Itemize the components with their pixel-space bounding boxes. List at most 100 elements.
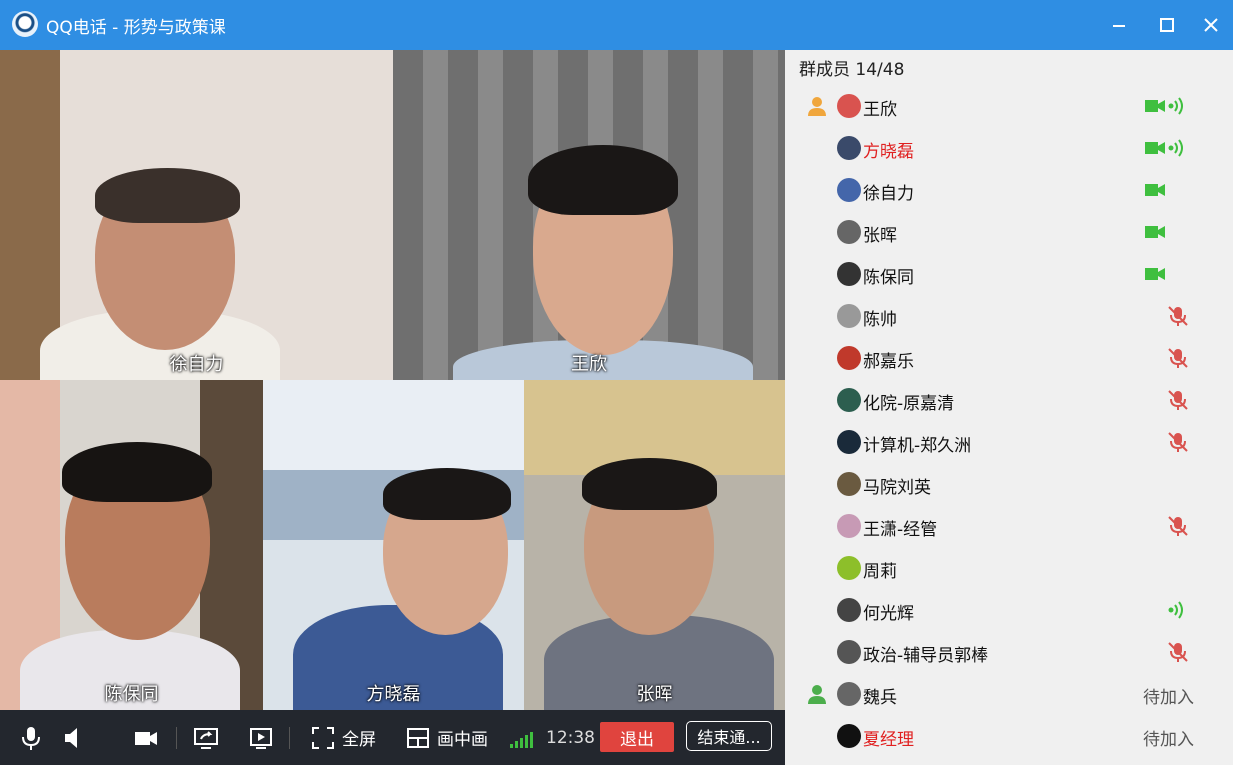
avatar[interactable] bbox=[837, 640, 861, 664]
fullscreen-button[interactable]: 全屏 bbox=[310, 710, 376, 765]
avatar[interactable] bbox=[837, 514, 861, 538]
member-name: 陈帅 bbox=[863, 310, 897, 330]
member-row[interactable]: 陈保同 bbox=[785, 253, 1233, 295]
member-name: 夏经理 bbox=[863, 730, 914, 750]
muted-mic-icon bbox=[1168, 516, 1188, 536]
member-name: 何光辉 bbox=[863, 604, 914, 624]
member-row[interactable]: 周莉 bbox=[785, 547, 1233, 589]
camera-icon bbox=[135, 731, 157, 745]
fullscreen-icon bbox=[312, 726, 334, 749]
member-row[interactable]: 计算机-郑久洲 bbox=[785, 421, 1233, 463]
camera-on-icon bbox=[1145, 184, 1165, 196]
title-bar: QQ电话 - 形势与政策课 bbox=[0, 0, 1233, 50]
member-panel: 群成员 14/48 王欣方晓磊徐自力张晖陈保同陈帅郝嘉乐化院-原嘉清 计算机-郑久… bbox=[785, 50, 1233, 765]
muted-mic-icon bbox=[1168, 432, 1188, 452]
film-icon bbox=[250, 727, 272, 749]
video-tile-5[interactable]: 张晖 bbox=[524, 380, 785, 710]
share-screen-icon bbox=[194, 727, 218, 749]
member-row[interactable]: 何光辉 bbox=[785, 589, 1233, 631]
user-role-icon bbox=[808, 97, 826, 116]
muted-mic-icon bbox=[1168, 642, 1188, 662]
member-status: 待加入 bbox=[1143, 730, 1194, 750]
muted-mic-icon bbox=[1168, 390, 1188, 410]
speaking-icon bbox=[1168, 139, 1183, 157]
avatar[interactable] bbox=[837, 724, 861, 748]
play-together-button[interactable] bbox=[248, 710, 274, 765]
user-role-icon bbox=[808, 685, 826, 704]
video-tile-1[interactable]: 徐自力 bbox=[0, 50, 393, 380]
speaker-icon bbox=[65, 727, 77, 748]
member-row[interactable]: 政治-辅导员郭棒 bbox=[785, 631, 1233, 673]
member-name: 徐自力 bbox=[863, 184, 914, 204]
minimize-icon bbox=[1113, 25, 1125, 27]
close-button[interactable] bbox=[1188, 0, 1233, 50]
signal-strength-icon bbox=[510, 731, 533, 748]
video-tile-2[interactable]: 王欣 bbox=[393, 50, 785, 380]
signal-indicator: 12:38 bbox=[510, 710, 595, 765]
member-name: 郝嘉乐 bbox=[863, 352, 914, 372]
avatar[interactable] bbox=[837, 430, 861, 454]
avatar[interactable] bbox=[837, 262, 861, 286]
member-row[interactable]: 化院-原嘉清 bbox=[785, 379, 1233, 421]
member-name: 张晖 bbox=[863, 226, 897, 246]
member-name: 马院刘英 bbox=[863, 478, 931, 498]
avatar[interactable] bbox=[837, 556, 861, 580]
speaker-button[interactable] bbox=[62, 710, 88, 765]
share-screen-button[interactable] bbox=[193, 710, 219, 765]
avatar[interactable] bbox=[837, 220, 861, 244]
member-list: 王欣方晓磊徐自力张晖陈保同陈帅郝嘉乐化院-原嘉清 计算机-郑久洲马院刘英王潇-经管… bbox=[785, 85, 1233, 757]
muted-mic-icon bbox=[1168, 348, 1188, 368]
camera-on-icon bbox=[1145, 100, 1165, 112]
member-row[interactable]: 徐自力 bbox=[785, 169, 1233, 211]
member-row[interactable]: 张晖 bbox=[785, 211, 1233, 253]
speaking-icon bbox=[1168, 97, 1183, 115]
avatar[interactable] bbox=[837, 682, 861, 706]
close-icon bbox=[1204, 18, 1218, 32]
member-name: 王潇-经管 bbox=[863, 520, 938, 540]
member-row[interactable]: 马院刘英 bbox=[785, 463, 1233, 505]
member-row[interactable]: 王潇-经管 bbox=[785, 505, 1233, 547]
video-tile-3[interactable]: 陈保同 bbox=[0, 380, 263, 710]
avatar[interactable] bbox=[837, 598, 861, 622]
member-row[interactable]: 夏经理 待加入 bbox=[785, 715, 1233, 757]
member-name: 魏兵 bbox=[863, 688, 897, 708]
member-name: 政治-辅导员郭棒 bbox=[863, 646, 989, 666]
member-name: 周莉 bbox=[863, 562, 897, 582]
avatar[interactable] bbox=[837, 94, 861, 118]
avatar[interactable] bbox=[837, 388, 861, 412]
member-name: 王欣 bbox=[863, 100, 897, 120]
avatar[interactable] bbox=[837, 346, 861, 370]
video-tile-4[interactable]: 方晓磊 bbox=[263, 380, 524, 710]
picture-in-picture-button[interactable]: 画中画 bbox=[405, 710, 488, 765]
end-call-button[interactable]: 结束通... bbox=[686, 721, 772, 751]
avatar[interactable] bbox=[837, 136, 861, 160]
avatar[interactable] bbox=[837, 304, 861, 328]
member-count: 群成员 14/48 bbox=[799, 60, 905, 80]
avatar[interactable] bbox=[837, 178, 861, 202]
camera-button[interactable] bbox=[133, 710, 159, 765]
member-row[interactable]: 陈帅 bbox=[785, 295, 1233, 337]
member-row[interactable]: 方晓磊 bbox=[785, 127, 1233, 169]
qq-phone-logo-icon bbox=[12, 11, 38, 37]
microphone-button[interactable] bbox=[18, 710, 44, 765]
member-row[interactable]: 王欣 bbox=[785, 85, 1233, 127]
minimize-button[interactable] bbox=[1096, 0, 1142, 50]
avatar[interactable] bbox=[837, 472, 861, 496]
camera-on-icon bbox=[1145, 268, 1165, 280]
maximize-icon bbox=[1160, 18, 1174, 32]
member-name: 方晓磊 bbox=[863, 142, 914, 162]
speaking-icon bbox=[1168, 601, 1183, 619]
video-tile-name: 徐自力 bbox=[169, 354, 224, 375]
maximize-button[interactable] bbox=[1144, 0, 1190, 50]
member-name: 陈保同 bbox=[863, 268, 914, 288]
exit-button[interactable]: 退出 bbox=[600, 722, 674, 752]
camera-on-icon bbox=[1145, 142, 1165, 154]
member-row[interactable]: 郝嘉乐 bbox=[785, 337, 1233, 379]
member-row[interactable]: 魏兵 待加入 bbox=[785, 673, 1233, 715]
video-tile-name: 王欣 bbox=[571, 354, 607, 375]
pip-label: 画中画 bbox=[437, 730, 488, 750]
camera-on-icon bbox=[1145, 226, 1165, 238]
call-toolbar: 全屏 画中画 12:38 退出 结束通... bbox=[0, 710, 785, 765]
window-title: QQ电话 - 形势与政策课 bbox=[46, 18, 226, 38]
video-tile-name: 陈保同 bbox=[104, 684, 159, 705]
